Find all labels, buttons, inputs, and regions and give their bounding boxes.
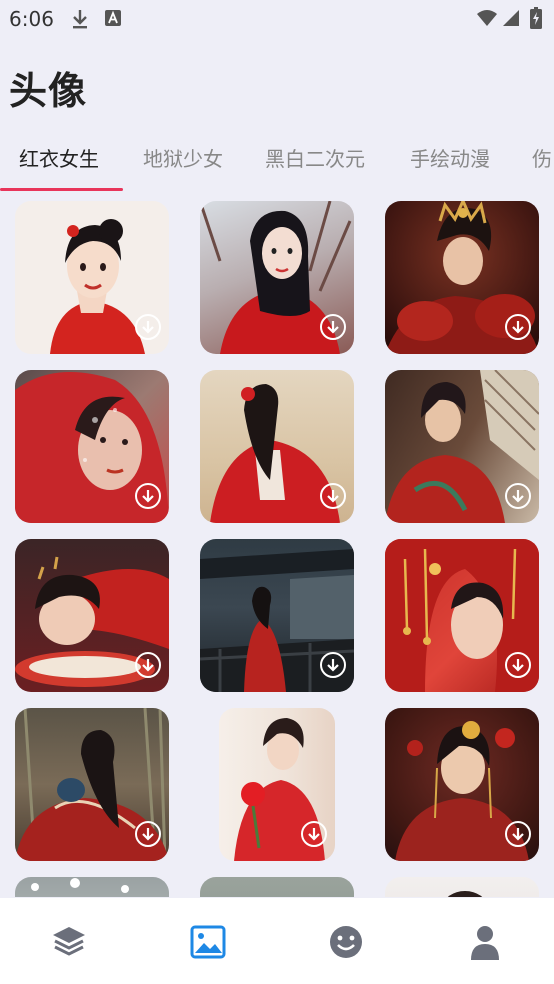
- nav-gallery[interactable]: [188, 922, 228, 962]
- avatar-card[interactable]: [200, 370, 354, 523]
- tab-bw-anime[interactable]: 黑白二次元: [265, 143, 365, 172]
- profile-icon: [471, 926, 499, 960]
- nav-profile[interactable]: [465, 922, 505, 962]
- download-button[interactable]: [320, 314, 346, 340]
- bottom-navigation: [0, 898, 554, 984]
- battery-icon: [530, 7, 542, 29]
- status-time: 6:06: [9, 7, 54, 31]
- download-button[interactable]: [135, 483, 161, 509]
- smiley-icon: [330, 926, 362, 958]
- gallery-icon: [190, 925, 226, 959]
- avatar-card[interactable]: [15, 708, 169, 861]
- avatar-image: [447, 891, 483, 897]
- download-icon: [327, 659, 339, 672]
- text-notification-icon: [105, 10, 121, 26]
- download-icon: [512, 321, 524, 334]
- download-icon: [142, 321, 154, 334]
- download-icon: [512, 490, 524, 503]
- download-icon: [512, 659, 524, 672]
- avatar-card[interactable]: [200, 201, 354, 354]
- avatar-card[interactable]: [15, 539, 169, 692]
- download-icon: [142, 828, 154, 841]
- tab-indicator: [0, 188, 123, 191]
- tab-red-clothes-girl[interactable]: 红衣女生: [19, 143, 99, 172]
- status-bar: 6:06: [0, 0, 554, 38]
- nav-layers[interactable]: [49, 922, 89, 962]
- signal-icon: [503, 10, 519, 26]
- download-icon: [142, 659, 154, 672]
- avatar-card[interactable]: [200, 539, 354, 692]
- download-notification-icon: [73, 10, 87, 29]
- avatar-card[interactable]: [385, 877, 539, 897]
- download-icon: [308, 828, 320, 841]
- tab-hell-girl[interactable]: 地狱少女: [143, 143, 223, 172]
- avatar-image: [31, 878, 129, 893]
- wifi-icon: [477, 10, 497, 26]
- avatar-card[interactable]: [219, 708, 335, 861]
- avatar-card[interactable]: [200, 877, 354, 897]
- avatar-card[interactable]: [385, 370, 539, 523]
- layers-icon: [53, 927, 85, 956]
- tab-sad[interactable]: 伤: [532, 143, 552, 172]
- avatar-card[interactable]: [15, 201, 169, 354]
- category-tabs: 红衣女生 地狱少女 黑白二次元 手绘动漫 伤: [0, 135, 554, 195]
- download-button[interactable]: [505, 314, 531, 340]
- download-button[interactable]: [505, 483, 531, 509]
- download-button[interactable]: [505, 652, 531, 678]
- avatar-grid: [0, 200, 554, 897]
- avatar-card[interactable]: [15, 370, 169, 523]
- page-title: 头像: [9, 69, 88, 113]
- avatar-card[interactable]: [385, 708, 539, 861]
- avatar-card[interactable]: [15, 877, 169, 897]
- download-icon: [512, 828, 524, 841]
- download-icon: [327, 490, 339, 503]
- download-button[interactable]: [135, 652, 161, 678]
- avatar-card[interactable]: [385, 201, 539, 354]
- download-button[interactable]: [135, 821, 161, 847]
- download-button[interactable]: [135, 314, 161, 340]
- tab-hand-drawn-anime[interactable]: 手绘动漫: [410, 143, 490, 172]
- download-button[interactable]: [505, 821, 531, 847]
- download-icon: [142, 490, 154, 503]
- avatar-card[interactable]: [385, 539, 539, 692]
- download-button[interactable]: [320, 652, 346, 678]
- download-button[interactable]: [301, 821, 327, 847]
- download-button[interactable]: [320, 483, 346, 509]
- download-icon: [327, 321, 339, 334]
- nav-emoji[interactable]: [326, 922, 366, 962]
